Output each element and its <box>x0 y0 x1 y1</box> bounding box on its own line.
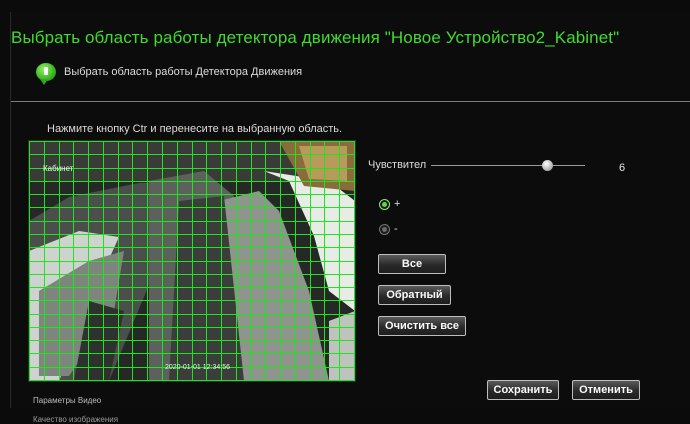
sensitivity-label: Чувствител <box>368 159 427 171</box>
radio-remove[interactable]: - <box>379 223 398 235</box>
instruction-hint: Нажмите кнопку Ctr и перенесите на выбра… <box>47 123 343 135</box>
camera-name-overlay: Кабинет <box>43 164 74 173</box>
dialog-subtitle: Выбрать область работы Детектора Движени… <box>64 66 303 78</box>
timestamp-overlay: 2020-01-01 12:34:56 <box>165 364 230 371</box>
invert-button[interactable]: Обратный <box>378 285 451 305</box>
dialog-title: Выбрать область работы детектора движени… <box>11 28 620 47</box>
camera-preview-grid[interactable]: Кабинет 2020-01-01 12:34:56 <box>28 140 356 382</box>
info-bubble-icon <box>36 63 56 85</box>
select-all-button[interactable]: Все <box>378 254 446 274</box>
radio-add-label: + <box>394 198 401 210</box>
clear-all-button[interactable]: Очистить все <box>378 316 466 336</box>
header-divider <box>11 101 690 102</box>
sensitivity-value: 6 <box>619 162 626 174</box>
radio-add[interactable]: + <box>379 198 400 210</box>
radio-unselected-icon[interactable] <box>379 223 390 235</box>
cancel-button[interactable]: Отменить <box>572 380 640 400</box>
motion-grid-overlay: Кабинет 2020-01-01 12:34:56 <box>29 141 355 381</box>
image-quality-link[interactable]: Качество изображения <box>33 415 118 424</box>
subtitle-row: Выбрать область работы Детектора Движени… <box>36 59 302 85</box>
slider-track <box>431 165 585 166</box>
save-button[interactable]: Сохранить <box>487 380 559 400</box>
slider-thumb[interactable] <box>541 160 553 171</box>
radio-remove-label: - <box>394 223 398 235</box>
video-params-link[interactable]: Параметры Видео <box>33 396 101 405</box>
motion-detection-dialog: Выбрать область работы детектора движени… <box>10 12 690 424</box>
sensitivity-slider[interactable] <box>431 159 585 173</box>
radio-selected-icon[interactable] <box>379 198 390 210</box>
